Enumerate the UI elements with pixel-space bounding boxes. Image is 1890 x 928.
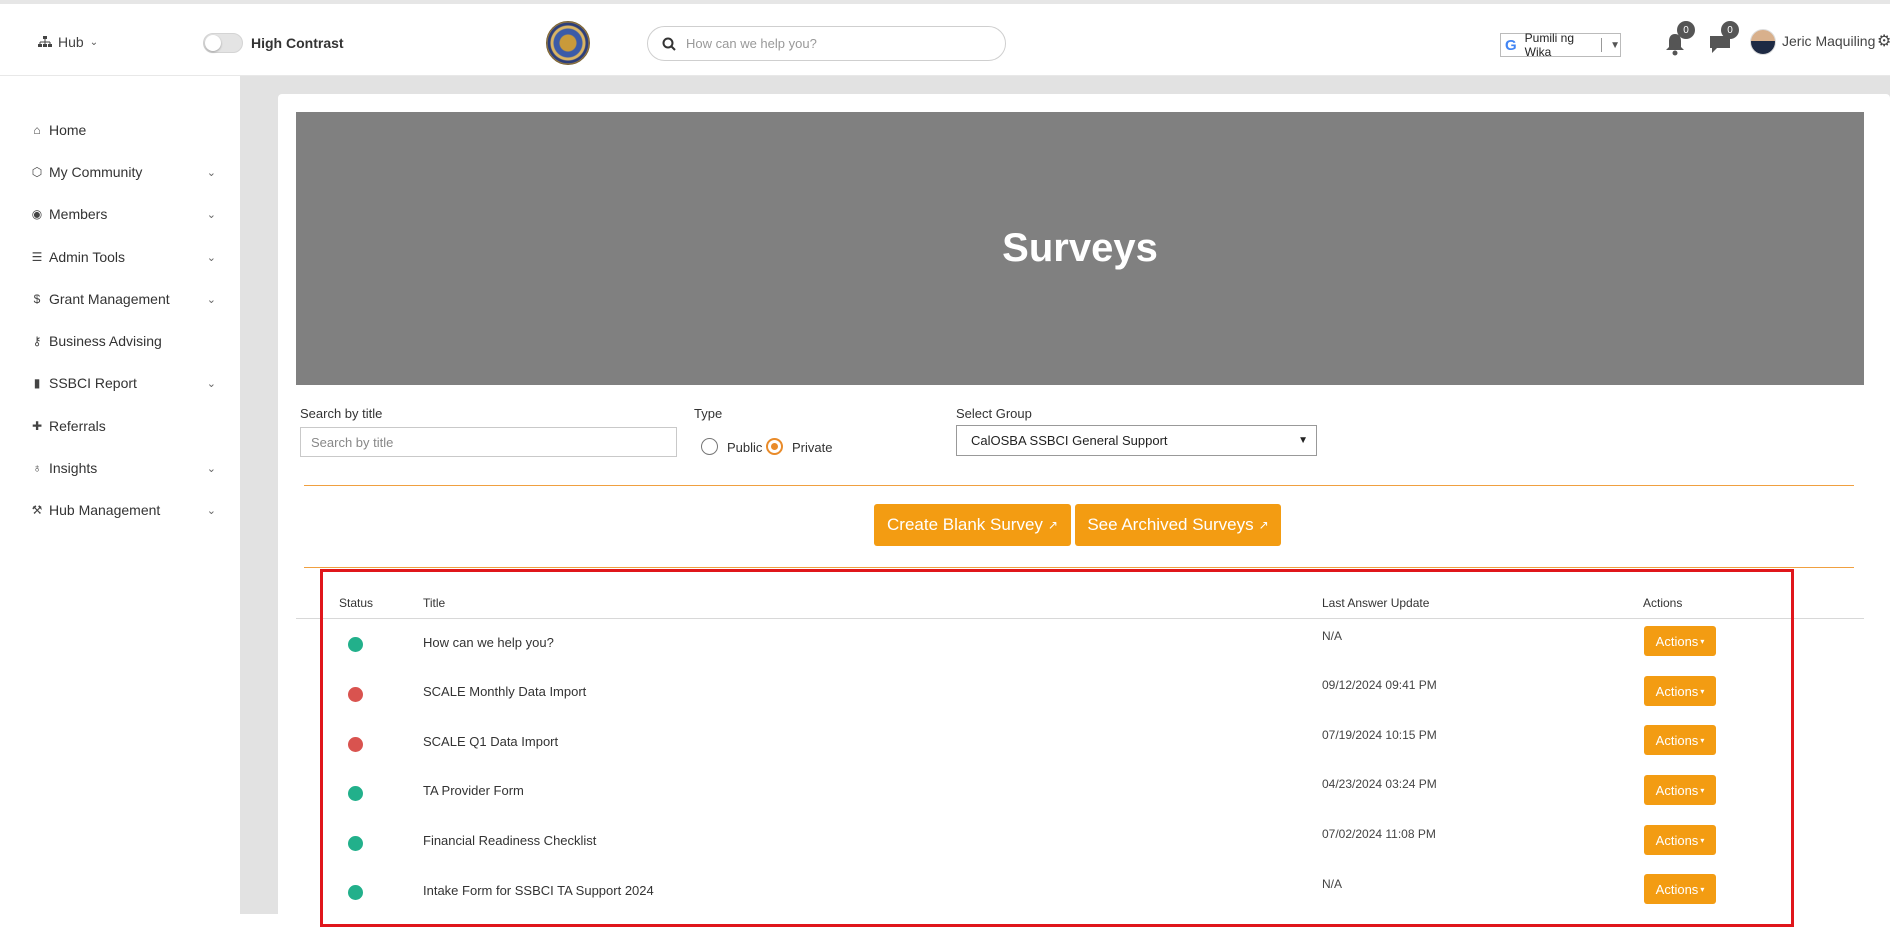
sidebar-item-admin-tools[interactable]: ☰ Admin Tools ⌄	[30, 246, 216, 268]
highlight-box	[320, 569, 1794, 927]
chevron-down-icon: ⌄	[206, 504, 216, 517]
language-divider	[1601, 38, 1603, 52]
search-icon	[662, 37, 676, 51]
top-bar: Hub ⌄ High Contrast G Pumili ng Wika ▼ 0…	[0, 0, 1890, 76]
hub-menu[interactable]: Hub ⌄	[38, 34, 98, 50]
sidebar-item-my-community[interactable]: ⬡ My Community ⌄	[30, 161, 216, 183]
sidebar-item-hub-management[interactable]: ⚒ Hub Management ⌄	[30, 499, 216, 521]
sidebar: ⌂ Home ⬡ My Community ⌄ ◉ Members ⌄ ☰ Ad…	[0, 76, 240, 928]
sidebar-item-label: Business Advising	[49, 333, 162, 349]
user-name[interactable]: Jeric Maquiling	[1782, 33, 1875, 49]
messages-button[interactable]: 0	[1708, 21, 1739, 56]
global-search-input[interactable]	[686, 36, 986, 51]
dropdown-arrow-icon: ▼	[1610, 39, 1620, 51]
sitemap-icon	[38, 36, 52, 47]
see-archived-surveys-button[interactable]: See Archived Surveys ↗	[1075, 504, 1281, 546]
external-link-icon: ↗	[1258, 518, 1269, 532]
user-plus-icon: ✚	[31, 419, 43, 433]
lightbulb-icon: ♁	[32, 461, 42, 475]
messages-badge: 0	[1721, 21, 1739, 39]
create-blank-survey-button[interactable]: Create Blank Survey ↗	[874, 504, 1071, 546]
google-icon: G	[1505, 36, 1517, 54]
private-radio[interactable]	[766, 438, 783, 455]
notifications-button[interactable]: 0	[1664, 21, 1695, 56]
chevron-down-icon: ⌄	[206, 462, 216, 475]
chevron-down-icon: ▼	[1298, 435, 1308, 446]
high-contrast-label: High Contrast	[251, 35, 344, 51]
see-archived-surveys-label: See Archived Surveys	[1087, 515, 1254, 534]
sidebar-item-label: Home	[49, 122, 87, 138]
sidebar-item-label: Admin Tools	[49, 249, 126, 265]
sidebar-item-label: My Community	[49, 164, 143, 180]
search-by-title-input[interactable]	[300, 427, 677, 457]
sidebar-item-label: Insights	[49, 460, 98, 476]
home-icon: ⌂	[33, 123, 41, 137]
user-circle-icon: ◉	[31, 207, 43, 221]
chevron-down-icon: ⌄	[206, 293, 216, 306]
sidebar-item-insights[interactable]: ♁ Insights ⌄	[30, 457, 217, 479]
sidebar-item-referrals[interactable]: ✚ Referrals	[30, 415, 216, 437]
chevron-down-icon: ⌄	[206, 208, 216, 221]
user-avatar[interactable]	[1750, 29, 1776, 55]
key-icon: ⚷	[32, 334, 42, 348]
sidebar-item-business-advising[interactable]: ⚷ Business Advising	[30, 330, 216, 352]
select-group-label: Select Group	[956, 406, 1032, 421]
sidebar-item-label: Members	[49, 206, 108, 222]
sidebar-item-label: Referrals	[49, 418, 106, 434]
divider	[304, 567, 1854, 568]
divider	[304, 485, 1854, 486]
chevron-down-icon: ⌄	[206, 251, 216, 264]
dollar-icon: $	[33, 292, 41, 306]
create-blank-survey-label: Create Blank Survey	[887, 515, 1043, 534]
sidebar-item-label: SSBCI Report	[49, 375, 137, 391]
high-contrast-control: High Contrast	[203, 33, 344, 53]
type-label: Type	[694, 406, 723, 421]
chevron-down-icon: ⌄	[206, 166, 216, 179]
sidebar-item-home[interactable]: ⌂ Home	[30, 119, 216, 141]
sidebar-item-members[interactable]: ◉ Members ⌄	[30, 203, 216, 225]
sidebar-item-label: Hub Management	[49, 502, 161, 518]
language-selector[interactable]: G Pumili ng Wika ▼	[1500, 31, 1621, 59]
hub-label: Hub	[58, 34, 84, 50]
notifications-badge: 0	[1677, 21, 1695, 39]
external-link-icon: ↗	[1047, 518, 1058, 532]
global-search	[647, 26, 1006, 61]
surveys-banner: Surveys	[296, 112, 1864, 385]
public-radio-label: Public	[727, 440, 763, 455]
state-seal-logo[interactable]	[546, 21, 590, 65]
page-title: Surveys	[1002, 226, 1158, 270]
gear-icon[interactable]: ⚙	[1877, 31, 1890, 51]
group-select[interactable]: CalOSBA SSBCI General Support ▼	[956, 425, 1317, 456]
private-radio-label: Private	[792, 440, 833, 455]
chevron-down-icon: ⌄	[89, 36, 99, 48]
language-label: Pumili ng Wika	[1524, 31, 1575, 59]
sidebar-item-grant-management[interactable]: $ Grant Management ⌄	[30, 288, 216, 310]
server-icon: ☰	[31, 250, 43, 264]
file-icon: ▮	[33, 376, 41, 390]
sidebar-item-label: Grant Management	[49, 291, 170, 307]
chevron-down-icon: ⌄	[206, 377, 216, 390]
group-select-value: CalOSBA SSBCI General Support	[971, 433, 1168, 448]
high-contrast-toggle[interactable]	[203, 33, 243, 53]
sidebar-item-ssbci-report[interactable]: ▮ SSBCI Report ⌄	[30, 372, 216, 394]
wrench-icon: ⚒	[31, 503, 43, 517]
search-by-title-label: Search by title	[300, 406, 383, 421]
public-radio[interactable]	[701, 438, 718, 455]
community-icon: ⬡	[31, 165, 43, 179]
